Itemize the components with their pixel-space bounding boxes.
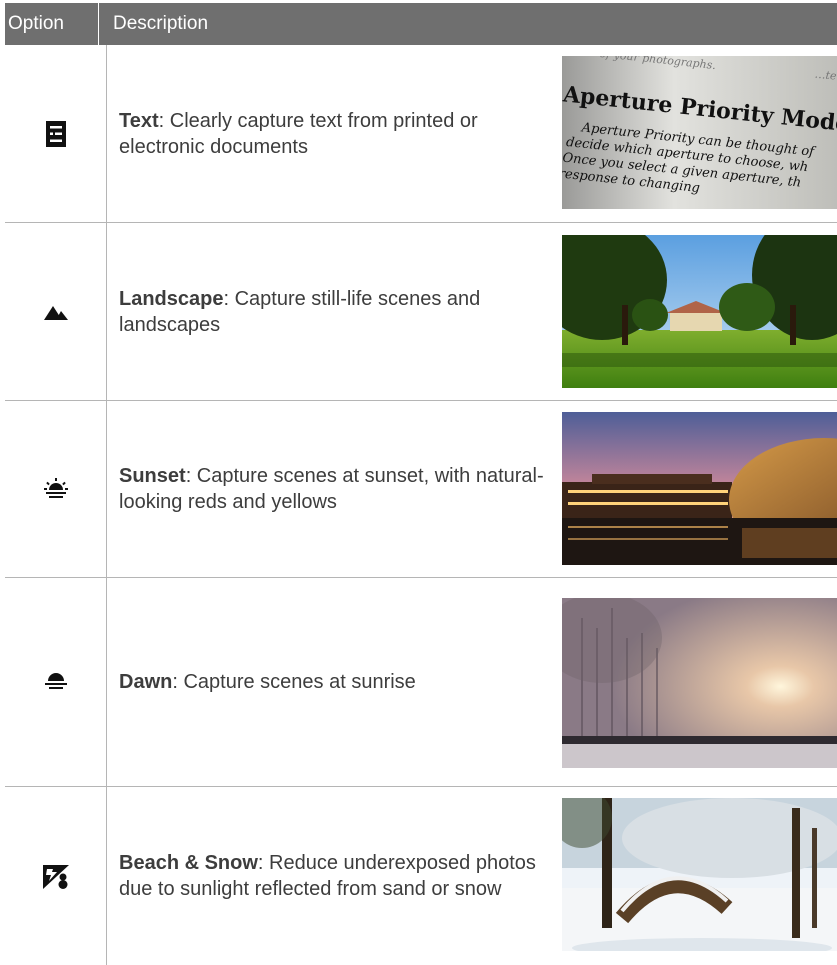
row-description: Landscape: Capture still-life scenes and… <box>119 286 559 338</box>
sunset-mode-icon <box>5 401 106 577</box>
row-title: Text <box>119 109 159 132</box>
park-landscape-photo <box>562 235 837 388</box>
snowy-park-photo <box>562 798 837 951</box>
row-text: : Clearly capture text from printed or e… <box>119 109 478 158</box>
column-divider <box>106 401 107 577</box>
header-description: Description <box>113 13 209 34</box>
table-row-landscape: Landscape: Capture still-life scenes and… <box>5 223 837 401</box>
column-divider <box>106 45 107 222</box>
dawn-mode-icon <box>5 578 106 786</box>
row-title: Dawn <box>119 671 173 693</box>
text-mode-icon <box>5 45 106 222</box>
table-row-text: Text: Clearly capture text from printed … <box>5 45 837 223</box>
row-title: Beach & Snow <box>119 852 258 874</box>
column-divider <box>106 223 107 400</box>
row-description: Text: Clearly capture text from printed … <box>119 108 559 160</box>
row-description: Sunset: Capture scenes at sunset, with n… <box>119 463 559 515</box>
row-title: Landscape <box>119 287 224 310</box>
row-text: : Capture scenes at sunrise <box>172 671 416 693</box>
row-description: Dawn: Capture scenes at sunrise <box>119 669 559 695</box>
header-option: Option <box>8 13 64 34</box>
table-row-sunset: Sunset: Capture scenes at sunset, with n… <box>5 401 837 578</box>
beach-snow-mode-icon <box>5 787 106 965</box>
aperture-priority-page-photo: of your photographs. …ter Aperture Prior… <box>562 56 837 209</box>
table-header: Option Description <box>5 3 837 45</box>
row-description: Beach & Snow: Reduce underexposed photos… <box>119 850 559 902</box>
foggy-dawn-photo <box>562 598 837 768</box>
scene-mode-table: Option Description Text: Clearly capture… <box>5 3 837 965</box>
column-divider <box>106 578 107 786</box>
table-row-beach-snow: Beach & Snow: Reduce underexposed photos… <box>5 787 837 965</box>
row-title: Sunset <box>119 465 186 487</box>
column-divider <box>106 787 107 965</box>
landscape-mode-icon <box>5 223 106 400</box>
table-row-dawn: Dawn: Capture scenes at sunrise <box>5 578 837 787</box>
sunset-building-photo <box>562 412 837 565</box>
